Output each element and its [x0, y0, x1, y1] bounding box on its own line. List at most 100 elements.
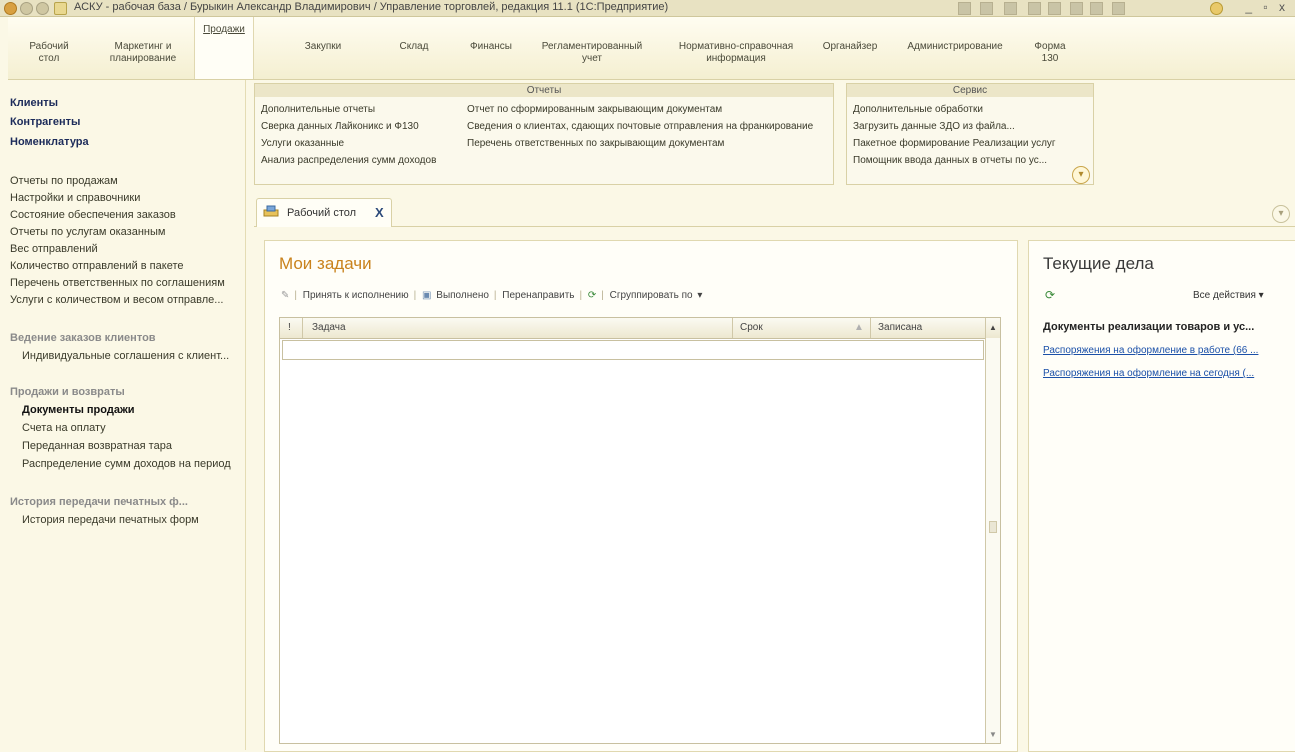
section-desktop[interactable]: Рабочий стол: [24, 41, 74, 65]
navigation-panel: Клиенты Контрагенты Номенклатура Отчеты …: [8, 80, 244, 750]
nav-link[interactable]: Вес отправлений: [10, 243, 98, 255]
section-marketing[interactable]: Маркетинг и планирование: [108, 41, 178, 65]
refresh-icon[interactable]: ⟳: [588, 290, 596, 301]
nav-link[interactable]: Настройки и справочники: [10, 192, 140, 204]
toolbar-icon[interactable]: [1112, 2, 1125, 15]
chevron-down-icon[interactable]: ▾: [1072, 166, 1090, 184]
refresh-icon[interactable]: ⟳: [1045, 288, 1055, 302]
nav-link[interactable]: Распределение сумм доходов на период: [22, 458, 231, 470]
section-form-130[interactable]: Форма 130: [1030, 41, 1070, 65]
report-link[interactable]: Услуги оказанные: [261, 138, 344, 149]
report-link[interactable]: Сверка данных Лайконикс и Ф130: [261, 121, 419, 132]
section-administration[interactable]: Администрирование: [900, 41, 1010, 53]
nav-nomenclature[interactable]: Номенклатура: [10, 136, 89, 148]
service-link[interactable]: Загрузить данные ЗДО из файла...: [853, 121, 1015, 132]
tasks-toolbar: ✎ | Принять к исполнению | ▣ Выполнено | Пе…: [281, 290, 703, 301]
report-link[interactable]: Дополнительные отчеты: [261, 104, 375, 115]
nav-link-selected[interactable]: Документы продажи: [22, 404, 135, 416]
group-by-button[interactable]: Сгруппировать по: [610, 290, 693, 301]
section-label: Продажи: [203, 24, 245, 35]
section-regulated-accounting[interactable]: Регламентированный учет: [538, 41, 646, 65]
section-label: Рабочий стол: [29, 41, 69, 64]
nav-link[interactable]: Состояние обеспечения заказов: [10, 209, 176, 221]
app-logo-icon[interactable]: [4, 2, 17, 15]
current-affairs-title: Текущие дела: [1043, 254, 1154, 273]
tab-label: Рабочий стол: [287, 207, 357, 219]
section-label: Финансы: [470, 41, 512, 52]
section-label: Администрирование: [907, 41, 1003, 52]
current-affairs-link[interactable]: Распоряжения на оформление на сегодня (.…: [1043, 368, 1254, 379]
report-link[interactable]: Анализ распределения сумм доходов: [261, 155, 436, 166]
sort-icon: ▲: [854, 322, 864, 333]
nav-link[interactable]: История передачи печатных форм: [22, 514, 199, 526]
forward-icon[interactable]: [36, 2, 49, 15]
toolbar-icon[interactable]: [1070, 2, 1083, 15]
all-actions-menu[interactable]: Все действия ▾: [1193, 290, 1264, 301]
nav-link[interactable]: Перечень ответственных по соглашениям: [10, 277, 225, 289]
service-link[interactable]: Помощник ввода данных в отчеты по ус...: [853, 155, 1047, 166]
pencil-icon[interactable]: ✎: [281, 290, 289, 301]
nav-link[interactable]: Услуги с количеством и весом отправле...: [10, 294, 223, 306]
tasks-grid[interactable]: ! Задача Срок ▲ Записана ▲ ▼: [279, 317, 1001, 744]
service-panel-title: Сервис: [847, 84, 1093, 97]
back-icon[interactable]: [20, 2, 33, 15]
scroll-thumb[interactable]: [989, 521, 997, 533]
section-reference-info[interactable]: Нормативно-справочная информация: [676, 41, 796, 65]
section-finance[interactable]: Финансы: [466, 41, 516, 53]
section-label: Склад: [399, 41, 429, 52]
section-warehouse[interactable]: Склад: [394, 41, 434, 53]
scroll-up-icon[interactable]: ▲: [989, 323, 997, 332]
report-link[interactable]: Отчет по сформированным закрывающим доку…: [467, 104, 722, 115]
toolbar-icon[interactable]: [958, 2, 971, 15]
service-link[interactable]: Пакетное формирование Реализации услуг: [853, 138, 1056, 149]
nav-counterparties[interactable]: Контрагенты: [10, 116, 80, 128]
column-recorded[interactable]: Записана: [878, 322, 922, 333]
close-icon[interactable]: X: [375, 205, 384, 220]
tab-desktop[interactable]: Рабочий стол X: [256, 198, 392, 227]
section-sales[interactable]: Продажи: [194, 17, 254, 79]
service-link[interactable]: Дополнительные обработки: [853, 104, 983, 115]
column-task[interactable]: Задача: [312, 322, 346, 333]
nav-link[interactable]: Переданная возвратная тара: [22, 440, 172, 452]
section-organizer[interactable]: Органайзер: [820, 41, 880, 53]
section-label: Нормативно-справочная информация: [678, 41, 794, 64]
splitter[interactable]: [245, 80, 254, 750]
splitter[interactable]: [1019, 240, 1027, 750]
done-button[interactable]: Выполнено: [436, 290, 489, 301]
nav-link[interactable]: Отчеты по услугам оказанным: [10, 226, 165, 238]
section-label: Маркетинг и планирование: [109, 41, 177, 64]
section-label: Органайзер: [822, 41, 878, 52]
nav-clients[interactable]: Клиенты: [10, 97, 58, 109]
section-label: Регламентированный учет: [541, 41, 643, 64]
toolbar-icon[interactable]: [980, 2, 993, 15]
current-affairs-link[interactable]: Распоряжения на оформление в работе (66 …: [1043, 345, 1258, 356]
nav-link[interactable]: Отчеты по продажам: [10, 175, 118, 187]
info-icon[interactable]: [1210, 2, 1223, 15]
report-link[interactable]: Перечень ответственных по закрывающим до…: [467, 138, 724, 149]
scroll-down-icon[interactable]: ▼: [989, 730, 997, 739]
desktop-icon: [263, 205, 279, 217]
column-due[interactable]: Срок: [740, 322, 763, 333]
nav-link[interactable]: Количество отправлений в пакете: [10, 260, 183, 272]
section-purchases[interactable]: Закупки: [298, 41, 348, 53]
nav-link[interactable]: Счета на оплату: [22, 422, 106, 434]
chevron-down-icon[interactable]: ▾: [697, 290, 702, 301]
toolbar-icon[interactable]: [1028, 2, 1041, 15]
reports-panel-title: Отчеты: [255, 84, 833, 97]
sections-panel: Рабочий стол Маркетинг и планирование Пр…: [8, 17, 1295, 80]
section-label: Форма 130: [1034, 41, 1066, 64]
redirect-button[interactable]: Перенаправить: [502, 290, 574, 301]
nav-link[interactable]: Индивидуальные соглашения с клиент...: [22, 350, 229, 362]
vertical-scrollbar[interactable]: ▼: [985, 338, 1000, 743]
window-controls[interactable]: _ ▫ x: [1245, 0, 1289, 14]
toolbar-icon[interactable]: [1090, 2, 1103, 15]
chevron-down-icon[interactable]: ▾: [1272, 205, 1290, 223]
column-flag[interactable]: !: [288, 322, 291, 333]
grid-header: ! Задача Срок ▲ Записана ▲: [280, 318, 1000, 339]
accept-button[interactable]: Принять к исполнению: [303, 290, 409, 301]
favorites-icon[interactable]: [54, 2, 67, 15]
report-link[interactable]: Сведения о клиентах, сдающих почтовые от…: [467, 121, 813, 132]
table-row[interactable]: [282, 340, 984, 360]
toolbar-icon[interactable]: [1004, 2, 1017, 15]
toolbar-icon[interactable]: [1048, 2, 1061, 15]
